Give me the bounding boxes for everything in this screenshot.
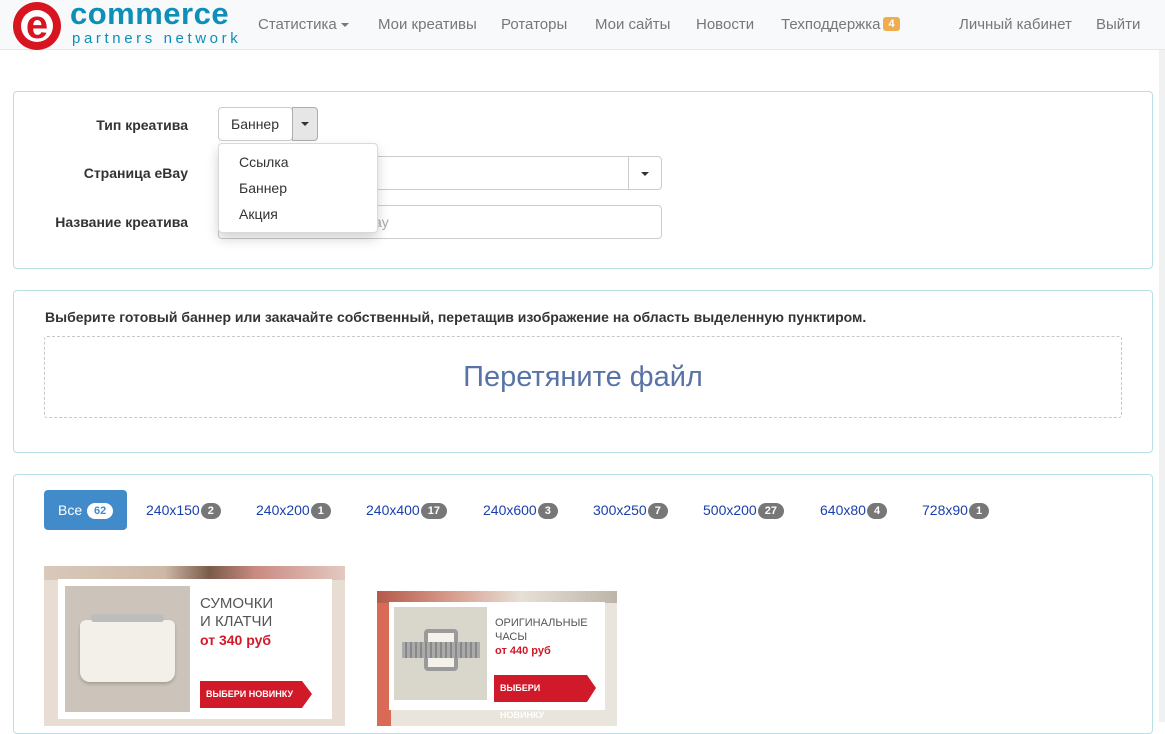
filter-label: 240x150	[146, 502, 200, 518]
ecommerce-logo[interactable]: e commerce partners network	[13, 0, 248, 50]
filter-tab-300x250[interactable]: 300x250 7	[593, 490, 668, 530]
dropdown-item-promo[interactable]: Акция	[219, 201, 377, 227]
creative-type-toggle[interactable]	[292, 107, 318, 141]
filter-label: Все	[58, 502, 83, 518]
nav-my-sites[interactable]: Мои сайты	[595, 16, 670, 33]
filter-count-badge: 7	[647, 503, 668, 519]
nav-rotators[interactable]: Ротаторы	[501, 16, 567, 33]
clutch-bag-icon	[80, 620, 175, 682]
banner-title: СУМОЧКИ И КЛАТЧИ	[200, 595, 273, 631]
logo-wordmark: commerce	[70, 0, 230, 31]
arrow-right-icon	[587, 675, 596, 702]
watch-strap-icon	[402, 642, 480, 658]
filter-label: 300x250	[593, 502, 647, 518]
nav-support[interactable]: Техподдержка 4	[781, 16, 900, 33]
banner-price: от 440 руб	[495, 645, 551, 657]
filter-count-badge: 27	[757, 503, 784, 519]
filter-count-badge: 2	[200, 503, 221, 519]
nav-statistics-label: Статистика	[258, 16, 337, 33]
caret-down-icon	[301, 122, 309, 126]
filter-tab-all[interactable]: Все 62	[44, 490, 128, 530]
filter-label: 640x80	[820, 502, 866, 518]
nav-news[interactable]: Новости	[696, 16, 754, 33]
support-count-badge: 4	[883, 17, 900, 31]
creative-type-dropdown: Ссылка Баннер Акция	[218, 143, 378, 233]
banner-title: ОРИГИНАЛЬНЫЕ ЧАСЫ	[495, 616, 588, 644]
filter-count-badge: 4	[866, 503, 888, 519]
filter-label: 240x200	[256, 502, 310, 518]
filter-tab-728x90[interactable]: 728x90 1	[922, 490, 990, 530]
page-scrollbar[interactable]	[1159, 50, 1165, 722]
creative-type-label: Тип креатива	[96, 117, 188, 133]
filter-tab-240x150[interactable]: 240x150 2	[146, 490, 221, 530]
banner-bg-flowers	[44, 566, 345, 580]
banner-price: от 340 руб	[200, 632, 271, 648]
filter-tab-500x200[interactable]: 500x200 27	[703, 490, 784, 530]
filter-count-badge: 1	[968, 503, 990, 519]
filter-label: 728x90	[922, 502, 968, 518]
ebay-page-label: Страница eBay	[83, 165, 188, 181]
banner-watches[interactable]: ОРИГИНАЛЬНЫЕ ЧАСЫ от 440 руб ВЫБЕРИ НОВИ…	[377, 591, 617, 726]
chevron-down-icon	[340, 23, 349, 28]
nav-my-creatives[interactable]: Мои креативы	[378, 16, 477, 33]
filter-count-badge: 3	[537, 503, 558, 519]
arrow-right-icon	[302, 681, 312, 708]
filter-tab-240x600[interactable]: 240x600 3	[483, 490, 558, 530]
filter-tab-640x80[interactable]: 640x80 4	[820, 490, 888, 530]
logo-tagline: partners network	[72, 30, 242, 47]
banner-title-line2: И КЛАТЧИ	[200, 613, 273, 630]
upload-instruction: Выберите готовый баннер или закачайте со…	[45, 309, 867, 325]
nav-support-label: Техподдержка	[781, 16, 881, 33]
file-dropzone[interactable]: Перетяните файл	[44, 336, 1122, 418]
banner-cta-button[interactable]: ВЫБЕРИ НОВИНКУ	[200, 681, 302, 708]
filter-tab-240x200[interactable]: 240x200 1	[256, 490, 331, 530]
nav-account[interactable]: Личный кабинет	[959, 16, 1072, 33]
dropdown-item-banner[interactable]: Баннер	[219, 175, 377, 201]
creative-name-label: Название креатива	[55, 214, 188, 230]
filter-label: 500x200	[703, 502, 757, 518]
filter-count-badge: 17	[420, 503, 447, 519]
dropzone-label: Перетяните файл	[463, 361, 703, 393]
top-navbar: e commerce partners network Статистика М…	[0, 0, 1165, 50]
filter-count-badge: 62	[87, 503, 114, 519]
banner-title-line2: ЧАСЫ	[495, 631, 528, 643]
filter-count-badge: 1	[310, 503, 331, 519]
banner-product-image	[394, 607, 487, 700]
filter-label: 240x400	[366, 502, 420, 518]
logo-e-letter: e	[25, 3, 49, 47]
filter-label: 240x600	[483, 502, 537, 518]
dropdown-item-link[interactable]: Ссылка	[219, 149, 377, 175]
ebay-page-caret-icon[interactable]	[641, 172, 649, 176]
banner-product-image	[65, 586, 190, 712]
creative-type-select[interactable]: Баннер	[218, 107, 293, 141]
banner-title-line1: ОРИГИНАЛЬНЫЕ	[495, 617, 588, 629]
select-divider	[628, 156, 629, 190]
nav-statistics[interactable]: Статистика	[258, 16, 349, 33]
banner-cta-button[interactable]: ВЫБЕРИ НОВИНКУ	[494, 675, 587, 720]
banner-title-line1: СУМОЧКИ	[200, 595, 274, 612]
filter-tab-240x400[interactable]: 240x400 17	[366, 490, 447, 530]
nav-logout[interactable]: Выйти	[1096, 16, 1140, 33]
banner-bags[interactable]: СУМОЧКИ И КЛАТЧИ от 340 руб ВЫБЕРИ НОВИН…	[44, 566, 345, 726]
clutch-clasp-icon	[91, 614, 164, 622]
